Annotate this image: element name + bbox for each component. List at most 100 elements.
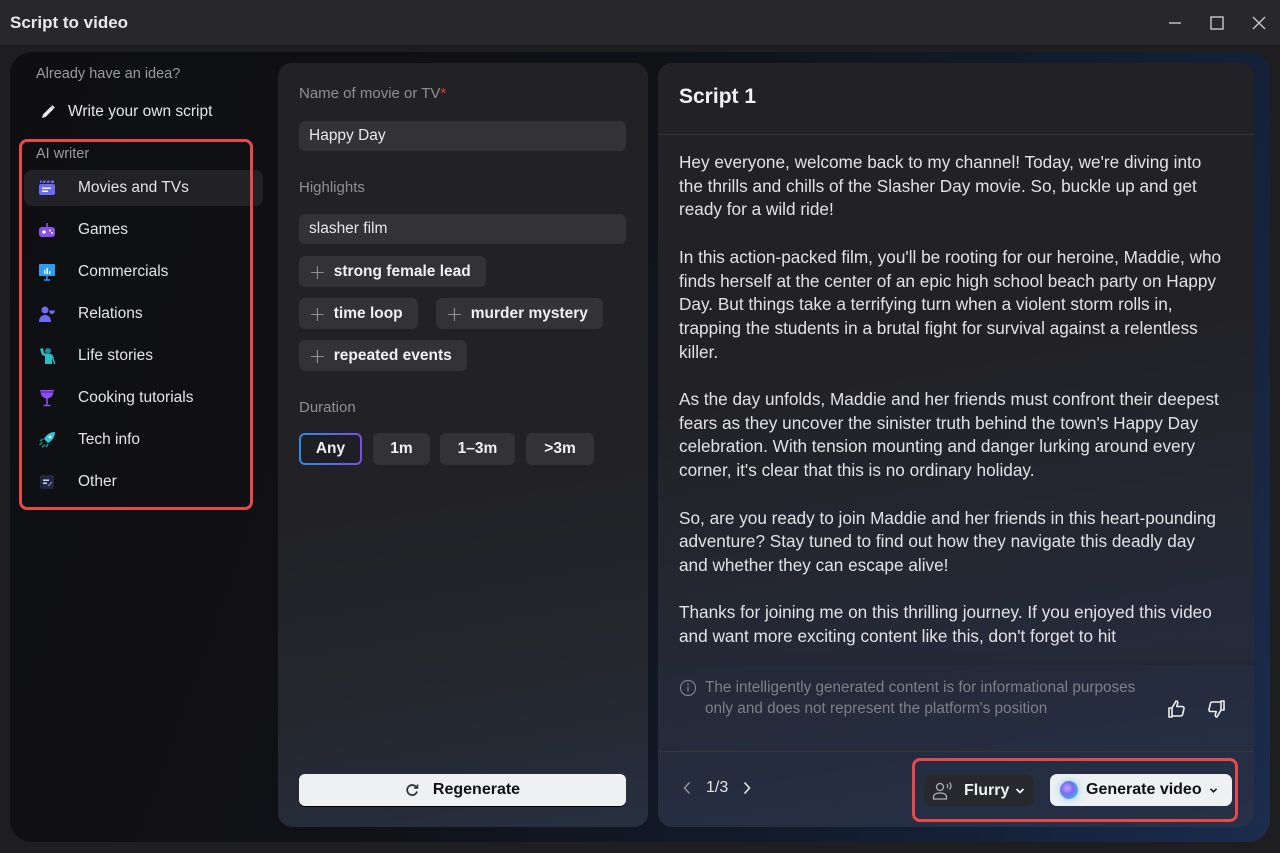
movie-name-value: Happy Day [309,127,386,144]
next-script-button[interactable] [738,776,756,800]
voice-select-button[interactable]: Flurry [924,775,1034,806]
suggestion-chip-strong-female-lead[interactable]: + strong female lead [299,256,486,287]
thumbs-up-icon [1168,700,1185,718]
clapperboard-icon [36,177,58,199]
refresh-icon [406,784,419,796]
gamepad-icon [36,219,58,241]
sidebar-item-commercials[interactable]: Commercials [24,254,263,290]
thumbs-down-icon [1208,700,1225,718]
person-waving-icon [36,345,58,367]
sidebar-item-other[interactable]: Other [24,464,263,500]
generate-video-label: Generate video [1086,781,1202,798]
movie-name-input[interactable]: Happy Day [299,121,626,151]
plus-icon: + [309,259,326,284]
script-text[interactable]: Hey everyone, welcome back to my channel… [679,151,1224,663]
name-field-label-text: Name of movie or TV [299,85,441,102]
name-field-label: Name of movie or TV* [299,85,446,102]
ai-disclaimer: The intelligently generated content is f… [679,677,1139,719]
sidebar-item-label: Movies and TVs [78,179,189,196]
duration-option-1m[interactable]: 1m [373,433,430,465]
script-preview-panel: Script 1 Hey everyone, welcome back to m… [658,63,1254,827]
duration-option-1-3m[interactable]: 1–3m [440,433,515,465]
chevron-down-icon [1016,787,1025,794]
write-own-script-label: Write your own script [68,103,213,120]
chevron-right-icon [744,781,751,795]
highlights-label: Highlights [299,179,365,196]
highlights-value: slasher film [309,220,388,237]
suggestion-chip-label: murder mystery [470,304,588,322]
close-button[interactable] [1238,0,1280,46]
required-mark: * [440,85,447,102]
idea-heading: Already have an idea? [36,66,181,82]
sidebar-item-label: Cooking tutorials [78,389,194,406]
app-container: Already have an idea? Write your own scr… [10,52,1270,842]
previous-script-button[interactable] [678,776,696,800]
generate-video-button[interactable]: Generate video [1050,774,1232,806]
sidebar-item-label: Tech info [78,431,141,448]
suggestion-chip-repeated-events[interactable]: + repeated events [299,340,467,371]
sidebar-item-tech-info[interactable]: Tech info [24,422,263,458]
suggestion-chip-label: repeated events [333,346,452,364]
window-title: Script to video [10,12,129,32]
script-paragraph: Hey everyone, welcome back to my channel… [679,152,1202,220]
minimize-button[interactable] [1154,0,1196,46]
sidebar-item-label: Games [78,221,128,238]
script-title: Script 1 [679,85,757,108]
window-controls [1154,0,1280,46]
info-icon [679,679,697,697]
maximize-icon [1210,16,1224,30]
maximize-button[interactable] [1196,0,1238,46]
cocktail-glass-icon [36,387,58,409]
minimize-icon [1169,22,1181,24]
presentation-chart-icon [36,261,58,283]
note-edit-icon [36,471,58,493]
sidebar-item-label: Other [78,473,117,490]
voice-speaker-icon [932,781,952,800]
sidebar: Already have an idea? Write your own scr… [10,52,275,842]
sidebar-item-cooking-tutorials[interactable]: Cooking tutorials [24,380,263,416]
sidebar-item-movies-and-tvs[interactable]: Movies and TVs [24,170,263,206]
sidebar-item-label: Relations [78,305,143,322]
write-own-script-button[interactable]: Write your own script [30,96,260,128]
footer-divider [658,751,1254,752]
plus-icon: + [446,301,463,326]
script-pager: 1/3 [678,776,756,800]
thumbs-up-button[interactable] [1164,696,1190,722]
plus-icon: + [309,301,326,326]
header-divider [658,134,1254,135]
voice-name: Flurry [964,781,1010,799]
pencil-icon [34,104,62,120]
suggestion-chip-time-loop[interactable]: + time loop [299,298,418,329]
duration-label: Duration [299,399,356,416]
text-fade-overlay [658,643,1254,665]
script-paragraph: In this action-packed film, you'll be ro… [679,246,1222,362]
regenerate-button[interactable]: Regenerate [299,774,626,806]
script-paragraph: So, are you ready to join Maddie and her… [679,507,1216,575]
close-icon [1252,16,1266,30]
plus-icon: + [309,343,326,368]
chevron-left-icon [683,781,691,795]
thumbs-down-button[interactable] [1203,696,1229,722]
highlights-input[interactable]: slasher film [299,214,626,244]
rocket-icon [36,429,58,451]
script-settings-panel: Name of movie or TV* Happy Day Highlight… [278,63,648,827]
ai-writer-heading: AI writer [36,146,90,162]
title-bar: Script to video [0,0,1280,46]
script-paragraph: As the day unfolds, Maddie and her frien… [679,389,1219,481]
disclaimer-text: The intelligently generated content is f… [705,679,1136,717]
suggestion-chip-label: strong female lead [333,262,471,280]
duration-option-any[interactable]: Any [299,433,362,465]
suggestion-chip-murder-mystery[interactable]: + murder mystery [436,298,603,329]
duration-option-over-3m[interactable]: >3m [526,433,594,465]
suggestion-chip-label: time loop [333,304,403,322]
regenerate-label: Regenerate [432,781,521,798]
sidebar-item-relations[interactable]: Relations [24,296,263,332]
sidebar-item-life-stories[interactable]: Life stories [24,338,263,374]
ai-orb-icon [1060,781,1078,799]
chevron-down-icon [1209,787,1217,793]
page-indicator: 1/3 [706,779,729,796]
ai-writer-category-list: Movies and TVs Games Commercials Relatio… [24,170,263,506]
sidebar-item-label: Life stories [78,347,153,364]
sidebar-item-games[interactable]: Games [24,212,263,248]
sidebar-item-label: Commercials [78,263,169,280]
